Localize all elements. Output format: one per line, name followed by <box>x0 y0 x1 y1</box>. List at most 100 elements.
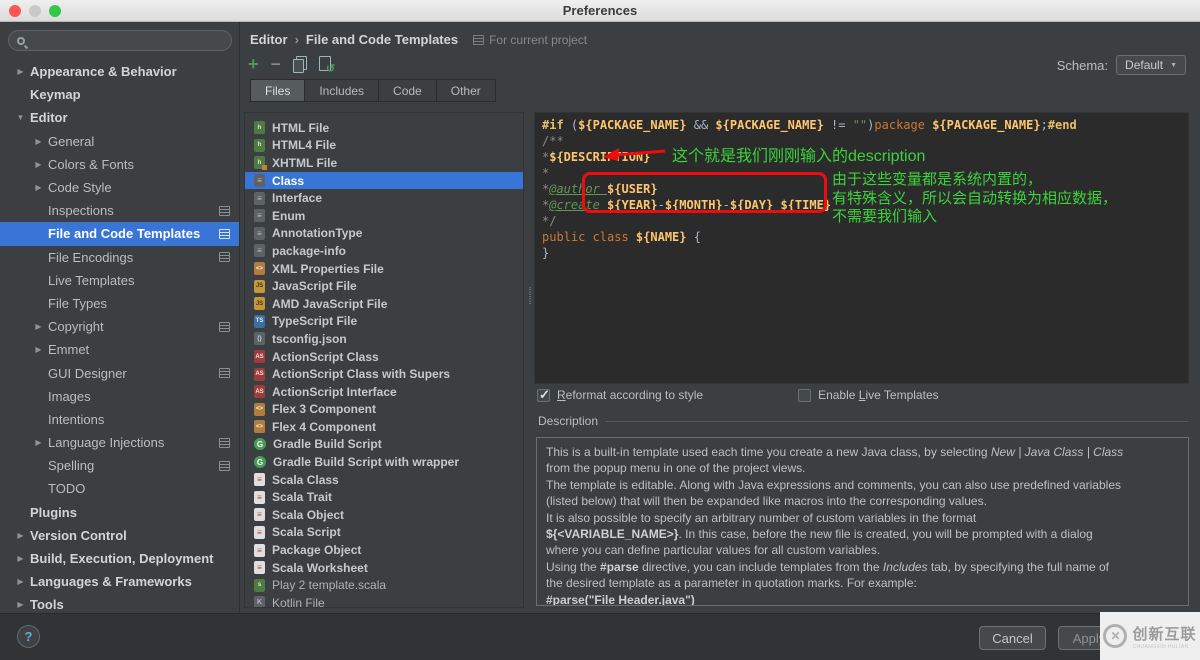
template-item-scala-object[interactable]: ≡Scala Object <box>245 506 523 524</box>
options-row: Reformat according to style Enable Live … <box>537 388 939 402</box>
template-item-label: Gradle Build Script with wrapper <box>273 455 459 469</box>
template-item-xml-properties-file[interactable]: <>XML Properties File <box>245 260 523 278</box>
template-item-label: Scala Script <box>272 525 341 539</box>
sidebar-item-label: Emmet <box>48 342 89 357</box>
sidebar-item-emmet[interactable]: ▶Emmet <box>0 338 239 361</box>
add-template-icon[interactable]: + <box>248 55 259 73</box>
template-item-javascript-file[interactable]: JSJavaScript File <box>245 277 523 295</box>
tab-code[interactable]: Code <box>379 79 437 102</box>
template-item-label: TypeScript File <box>272 314 357 328</box>
sidebar-item-tools[interactable]: ▶Tools <box>0 593 239 613</box>
template-item-flex-4-component[interactable]: <> Flex 4 Component <box>245 418 523 436</box>
template-item-actionscript-interface[interactable]: ASActionScript Interface <box>245 383 523 401</box>
sidebar-item-code-style[interactable]: ▶Code Style <box>0 176 239 199</box>
sidebar-item-todo[interactable]: TODO <box>0 477 239 500</box>
settings-search[interactable] <box>8 30 232 51</box>
sidebar-item-languages-frameworks[interactable]: ▶Languages & Frameworks <box>0 570 239 593</box>
sidebar-item-editor[interactable]: ▼Editor <box>0 106 239 129</box>
breadcrumb-root[interactable]: Editor <box>250 32 288 47</box>
reset-to-default-icon[interactable] <box>318 56 332 72</box>
sidebar-item-images[interactable]: Images <box>0 385 239 408</box>
watermark: ✕ 创新互联 CHUANGXIN HULIAN <box>1100 612 1200 660</box>
scala-file-icon: ≡ <box>254 544 265 557</box>
copy-template-icon[interactable] <box>293 56 306 72</box>
template-item-gradle-build-script-with-wrapper[interactable]: GGradle Build Script with wrapper <box>245 453 523 471</box>
project-settings-icon <box>219 461 230 471</box>
template-item-label: tsconfig.json <box>272 332 347 346</box>
code-token: ${DAY} <box>730 198 773 212</box>
template-item-gradle-build-script[interactable]: GGradle Build Script <box>245 436 523 454</box>
template-item-actionscript-class-with-supers[interactable]: AS ActionScript Class with Supers <box>245 365 523 383</box>
sidebar-item-live-templates[interactable]: Live Templates <box>0 269 239 292</box>
xml-file-icon: <> <box>254 420 265 433</box>
template-item-interface[interactable]: ≡Interface <box>245 189 523 207</box>
sidebar-item-copyright[interactable]: ▶Copyright <box>0 315 239 338</box>
help-button[interactable]: ? <box>17 625 40 648</box>
sidebar-item-keymap[interactable]: Keymap <box>0 83 239 106</box>
template-editor[interactable]: #if (${PACKAGE_NAME} && ${PACKAGE_NAME} … <box>534 112 1189 384</box>
sidebar-item-file-types[interactable]: File Types <box>0 292 239 315</box>
cancel-button[interactable]: Cancel <box>979 626 1046 650</box>
template-item-scala-class[interactable]: ≡Scala Class <box>245 471 523 489</box>
sidebar-item-general[interactable]: ▶General <box>0 130 239 153</box>
template-item-kotlin-file[interactable]: KKotlin File <box>245 594 523 608</box>
schema-dropdown[interactable]: Default ▼ <box>1116 55 1186 75</box>
template-item-label: Flex 4 Component <box>272 420 376 434</box>
sidebar-item-appearance-behavior[interactable]: ▶Appearance & Behavior <box>0 60 239 83</box>
template-item-html4-file[interactable]: hHTML4 File <box>245 137 523 155</box>
html-file-icon: h <box>254 121 265 134</box>
template-item-annotationtype[interactable]: ≡AnnotationType <box>245 225 523 243</box>
template-item-label: ActionScript Class with Supers <box>272 367 450 381</box>
xml-file-icon: <> <box>254 403 265 416</box>
sidebar-item-intentions[interactable]: Intentions <box>0 408 239 431</box>
template-item-typescript-file[interactable]: TSTypeScript File <box>245 313 523 331</box>
tab-files[interactable]: Files <box>250 79 305 102</box>
template-item-actionscript-class[interactable]: ASActionScript Class <box>245 348 523 366</box>
template-item-scala-trait[interactable]: ≡Scala Trait <box>245 488 523 506</box>
template-item-scala-worksheet[interactable]: ≡Scala Worksheet <box>245 559 523 577</box>
description-text: #parse <box>600 560 639 574</box>
template-item-label: Interface <box>272 191 322 205</box>
template-item-label: Enum <box>272 209 305 223</box>
chevron-right-icon: ▶ <box>30 322 47 331</box>
template-item-xhtml-file[interactable]: hXHTML File <box>245 154 523 172</box>
sidebar-item-spelling[interactable]: Spelling <box>0 454 239 477</box>
description-panel: This is a built-in template used each ti… <box>536 437 1189 606</box>
reformat-checkbox[interactable] <box>537 389 550 402</box>
tab-other[interactable]: Other <box>437 79 496 102</box>
template-item-html-file[interactable]: hHTML File <box>245 119 523 137</box>
sidebar-item-colors-fonts[interactable]: ▶Colors & Fonts <box>0 153 239 176</box>
play-file-icon: s <box>254 579 265 592</box>
sidebar-item-plugins[interactable]: Plugins <box>0 501 239 524</box>
as-file-icon: AS <box>254 385 265 398</box>
search-input[interactable] <box>25 34 231 48</box>
template-item-class[interactable]: ≡Class <box>245 172 523 190</box>
template-item-enum[interactable]: ≡Enum <box>245 207 523 225</box>
template-item-flex-3-component[interactable]: <>Flex 3 Component <box>245 401 523 419</box>
template-item-package-info[interactable]: ≡package-info <box>245 242 523 260</box>
live-templates-checkbox[interactable] <box>798 389 811 402</box>
sidebar-item-label: File Types <box>48 296 107 311</box>
template-item-label: AnnotationType <box>272 226 362 240</box>
sidebar-item-language-injections[interactable]: ▶Language Injections <box>0 431 239 454</box>
schema-value: Default <box>1125 58 1163 72</box>
template-item-package-object[interactable]: ≡Package Object <box>245 541 523 559</box>
chevron-right-icon: ▶ <box>30 183 47 192</box>
sidebar-item-label: Appearance & Behavior <box>30 64 177 79</box>
sidebar-item-file-and-code-templates[interactable]: File and Code Templates <box>0 222 239 245</box>
sidebar-item-build-execution-deployment[interactable]: ▶Build, Execution, Deployment <box>0 547 239 570</box>
sidebar-item-version-control[interactable]: ▶Version Control <box>0 524 239 547</box>
template-item-scala-script[interactable]: ≡Scala Script <box>245 524 523 542</box>
sidebar-item-inspections[interactable]: Inspections <box>0 199 239 222</box>
template-item-tsconfig-json[interactable]: {}tsconfig.json <box>245 330 523 348</box>
sidebar-item-label: Editor <box>30 110 68 125</box>
tab-includes[interactable]: Includes <box>305 79 379 102</box>
as-file-icon: AS <box>254 368 265 381</box>
sidebar-item-gui-designer[interactable]: GUI Designer <box>0 361 239 384</box>
remove-template-icon[interactable]: − <box>271 55 282 73</box>
template-item-play-2-template-scala[interactable]: sPlay 2 template.scala <box>245 576 523 594</box>
splitter-handle[interactable]: ⁞⁞ <box>526 288 534 316</box>
sidebar-item-file-encodings[interactable]: File Encodings <box>0 246 239 269</box>
template-item-amd-javascript-file[interactable]: JSAMD JavaScript File <box>245 295 523 313</box>
description-line: It is also possible to specify an arbitr… <box>546 510 1179 526</box>
